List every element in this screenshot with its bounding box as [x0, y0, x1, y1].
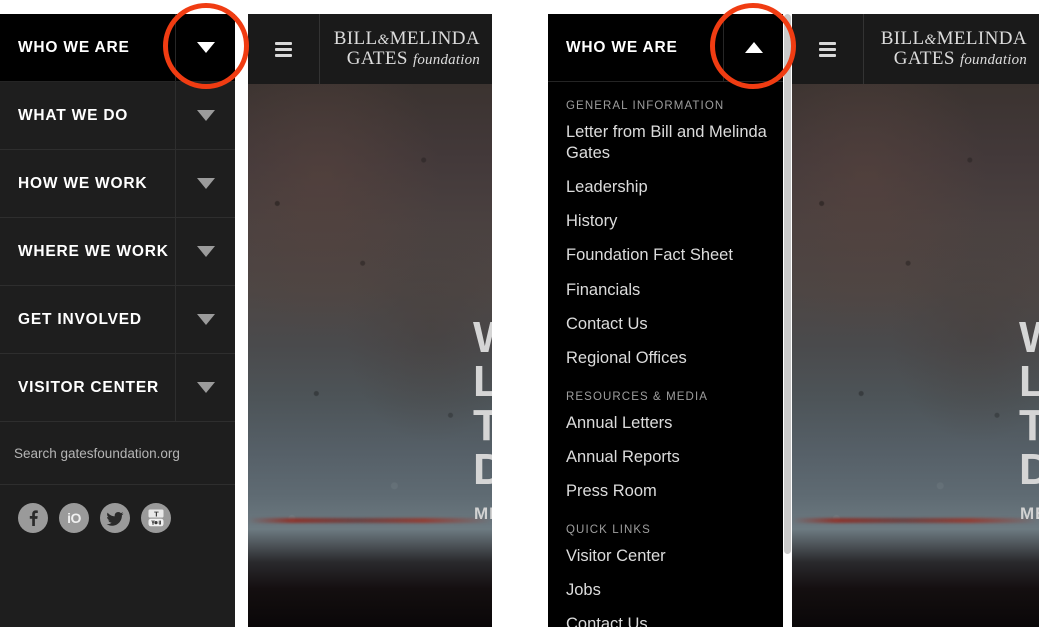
expanded-nav-header-who-we-are[interactable]: WHO WE ARE	[548, 14, 783, 82]
youtube-icon[interactable]	[141, 503, 171, 533]
chevron-down-icon[interactable]	[175, 82, 235, 149]
search-placeholder-text: Search gatesfoundation.org	[14, 445, 180, 461]
sidebar-item-label: HOW WE WORK	[18, 174, 148, 192]
sidebar-item-where-we-work[interactable]: WHERE WE WORK	[0, 218, 235, 286]
hero-subline: ME	[474, 504, 492, 523]
logo-line2-foundation: foundation	[959, 52, 1027, 68]
io-icon-label: iO	[67, 510, 81, 526]
logo-ampersand: &	[377, 32, 390, 49]
hero-texture	[792, 84, 1039, 627]
mega-link-visitor-center[interactable]: Visitor Center	[566, 546, 783, 567]
sidebar-nav-list: WHO WE ARE WHAT WE DO HOW WE WORK WHERE …	[0, 14, 235, 422]
scrollbar-track[interactable]	[783, 14, 792, 627]
logo-ampersand: &	[924, 32, 937, 49]
sidebar-item-how-we-work[interactable]: HOW WE WORK	[0, 150, 235, 218]
twitter-icon[interactable]	[100, 503, 130, 533]
chevron-down-icon[interactable]	[175, 286, 235, 353]
sidebar-item-label: WHO WE ARE	[18, 38, 130, 56]
vertical-scrollbar[interactable]	[783, 14, 792, 627]
scrollbar-thumb[interactable]	[784, 14, 791, 554]
site-topbar: BILL&MELINDA GATES foundation	[248, 14, 492, 84]
mega-link-contact-us[interactable]: Contact Us	[566, 314, 783, 335]
mega-group-resources-and-media: RESOURCES & MEDIA Annual Letters Annual …	[566, 391, 783, 502]
chevron-down-icon[interactable]	[175, 354, 235, 421]
logo-line1-melinda: MELINDA	[936, 28, 1027, 50]
sidebar-item-label: GET INVOLVED	[18, 310, 142, 328]
facebook-icon[interactable]	[18, 503, 48, 533]
hero-image: WLTD ME	[792, 84, 1039, 627]
chevron-down-icon[interactable]	[175, 14, 235, 81]
gates-foundation-logo[interactable]: BILL&MELINDA GATES foundation	[320, 29, 492, 68]
sidebar-item-get-involved[interactable]: GET INVOLVED	[0, 286, 235, 354]
sidebar-empty-space	[0, 551, 235, 627]
chevron-down-icon[interactable]	[175, 218, 235, 285]
chevron-down-icon[interactable]	[175, 150, 235, 217]
search-input[interactable]: Search gatesfoundation.org	[0, 422, 235, 485]
gates-foundation-logo[interactable]: BILL&MELINDA GATES foundation	[864, 29, 1039, 68]
mega-link-annual-reports[interactable]: Annual Reports	[566, 447, 783, 468]
sidebar-item-visitor-center[interactable]: VISITOR CENTER	[0, 354, 235, 422]
logo-line1-bill: BILL	[880, 28, 925, 50]
collapsed-nav-panel: WHO WE ARE WHAT WE DO HOW WE WORK WHERE …	[0, 14, 235, 627]
expanded-nav-header-label: WHO WE ARE	[566, 38, 678, 56]
screenshot-stage: WHO WE ARE WHAT WE DO HOW WE WORK WHERE …	[0, 0, 1039, 627]
site-content-right: BILL&MELINDA GATES foundation WLTD ME	[792, 14, 1039, 627]
site-topbar: BILL&MELINDA GATES foundation	[792, 14, 1039, 84]
hero-headline: WLTD	[473, 316, 492, 494]
mega-menu: GENERAL INFORMATION Letter from Bill and…	[548, 82, 783, 627]
logo-line2-foundation: foundation	[412, 52, 480, 68]
mega-link-regional-offices[interactable]: Regional Offices	[566, 348, 783, 369]
mega-link-jobs[interactable]: Jobs	[566, 580, 783, 601]
mega-group-title: QUICK LINKS	[566, 524, 651, 537]
social-links: iO	[0, 485, 235, 551]
hero-subline: ME	[1020, 504, 1039, 523]
hero-image: WLTD ME	[248, 84, 492, 627]
hamburger-icon[interactable]	[792, 14, 864, 84]
sidebar-item-label: WHERE WE WORK	[18, 242, 169, 260]
hero-red-streak	[248, 518, 492, 524]
sidebar-item-label: VISITOR CENTER	[18, 378, 159, 396]
mega-link-letter-from-bill-and-melinda-gates[interactable]: Letter from Bill and Melinda Gates	[566, 122, 783, 164]
site-content-left: BILL&MELINDA GATES foundation WLTD ME	[248, 14, 492, 627]
mega-link-foundation-fact-sheet[interactable]: Foundation Fact Sheet	[566, 245, 783, 266]
expanded-nav-panel: WHO WE ARE GENERAL INFORMATION Letter fr…	[548, 14, 783, 627]
mega-link-annual-letters[interactable]: Annual Letters	[566, 413, 783, 434]
hero-texture	[248, 84, 492, 627]
logo-line1-melinda: MELINDA	[389, 28, 480, 50]
mega-group-general-information: GENERAL INFORMATION Letter from Bill and…	[566, 100, 783, 369]
sidebar-item-label: WHAT WE DO	[18, 106, 129, 124]
hero-headline: WLTD	[1019, 316, 1039, 494]
hamburger-icon[interactable]	[248, 14, 320, 84]
mega-group-quick-links: QUICK LINKS Visitor Center Jobs Contact …	[566, 524, 783, 627]
sidebar-item-what-we-do[interactable]: WHAT WE DO	[0, 82, 235, 150]
mega-group-title: RESOURCES & MEDIA	[566, 390, 709, 403]
expanded-nav-header-list: WHO WE ARE	[548, 14, 783, 82]
logo-line2-gates: GATES	[893, 48, 955, 69]
mega-link-leadership[interactable]: Leadership	[566, 177, 783, 198]
chevron-up-icon[interactable]	[723, 14, 783, 81]
mega-link-history[interactable]: History	[566, 211, 783, 232]
mega-link-press-room[interactable]: Press Room	[566, 481, 783, 502]
mega-link-financials[interactable]: Financials	[566, 280, 783, 301]
sidebar-item-who-we-are[interactable]: WHO WE ARE	[0, 14, 235, 82]
logo-line2-gates: GATES	[346, 48, 408, 69]
mega-group-title: GENERAL INFORMATION	[566, 100, 725, 112]
mega-link-contact-us-quick[interactable]: Contact Us	[566, 614, 783, 627]
hero-red-streak	[792, 518, 1039, 524]
io-icon[interactable]: iO	[59, 503, 89, 533]
logo-line1-bill: BILL	[333, 28, 378, 50]
